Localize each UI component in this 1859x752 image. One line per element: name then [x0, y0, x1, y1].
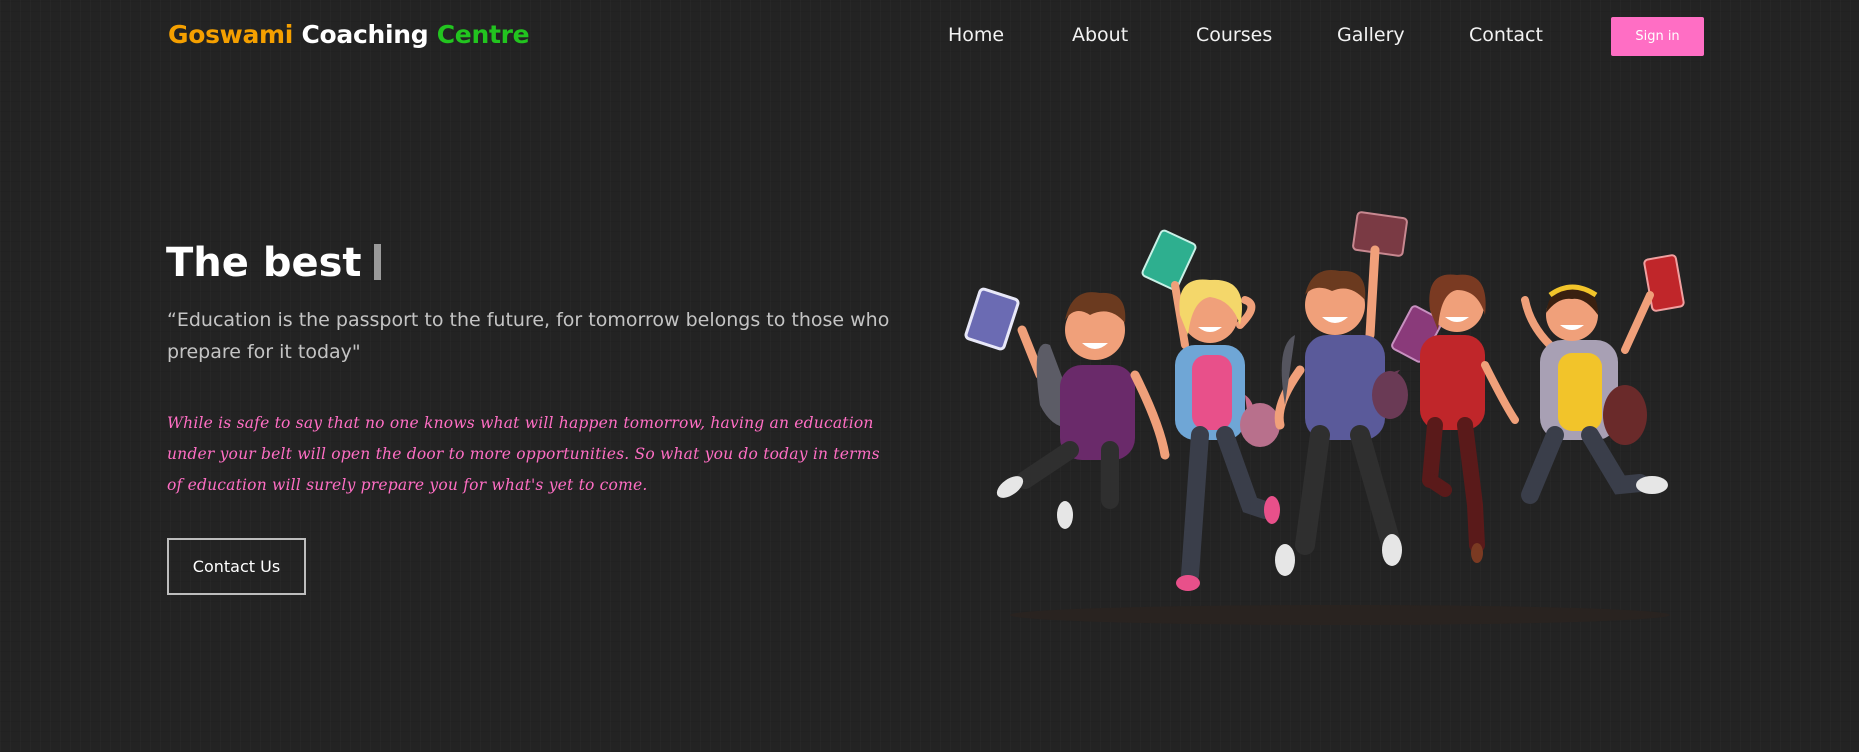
hero-title: The best: [166, 240, 381, 286]
student-2-figure: [1141, 229, 1280, 591]
nav-link-home[interactable]: Home: [948, 24, 1004, 46]
brand-word-goswami: Goswami: [168, 20, 294, 49]
jumping-students-illustration: [964, 211, 1685, 625]
typing-cursor: [373, 244, 381, 280]
hero-quote: “Education is the passport to the future…: [167, 309, 890, 363]
brand-word-centre: Centre: [436, 20, 530, 49]
nav-link-about[interactable]: About: [1072, 24, 1128, 46]
nav-link-courses[interactable]: Courses: [1196, 24, 1272, 46]
hero-title-text: The best: [166, 240, 362, 286]
student-5-figure: [1521, 254, 1685, 504]
navbar: Goswami Coaching Centre Home About Cours…: [0, 0, 1859, 74]
hero-description: While is safe to say that no one knows w…: [167, 414, 880, 494]
sign-in-button[interactable]: Sign in: [1611, 17, 1704, 56]
brand-word-coaching: Coaching: [301, 20, 429, 49]
nav-link-gallery[interactable]: Gallery: [1337, 24, 1405, 46]
brand-logo[interactable]: Goswami Coaching Centre: [168, 20, 530, 49]
student-1-figure: [964, 287, 1170, 529]
nav-link-contact[interactable]: Contact: [1469, 24, 1543, 46]
contact-us-button[interactable]: Contact Us: [167, 538, 306, 595]
